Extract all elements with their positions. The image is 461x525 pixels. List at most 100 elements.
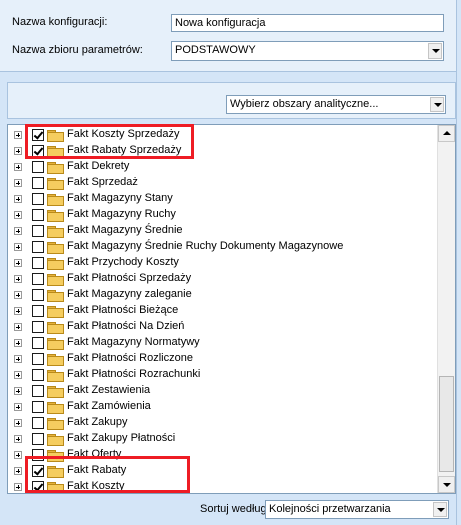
scroll-up-icon[interactable] [438, 125, 455, 142]
tree-item-checkbox[interactable] [32, 337, 44, 349]
tree-item-checkbox[interactable] [32, 385, 44, 397]
tree-item-checkbox[interactable] [32, 369, 44, 381]
tree-item-checkbox[interactable] [32, 433, 44, 445]
folder-icon [47, 386, 64, 398]
tree-item[interactable]: Fakt Płatności Na Dzień [8, 319, 438, 335]
tree-scrollbar[interactable] [437, 125, 455, 493]
tree-item[interactable]: Fakt Magazyny Średnie [8, 223, 438, 239]
tree-item-checkbox[interactable] [32, 273, 44, 285]
tree-item[interactable]: Fakt Zakupy Płatności [8, 431, 438, 447]
expand-plus-icon[interactable] [14, 483, 22, 491]
expand-plus-icon[interactable] [14, 371, 22, 379]
paramset-select-value: PODSTAWOWY [175, 44, 256, 56]
tree-item-checkbox[interactable] [32, 417, 44, 429]
tree-item-label: Fakt Magazyny Ruchy [67, 208, 176, 220]
expand-plus-icon[interactable] [14, 307, 22, 315]
tree-item-checkbox[interactable] [32, 449, 44, 461]
tree-item[interactable]: Fakt Koszty Sprzedaży [8, 127, 438, 143]
tree-item-checkbox[interactable] [32, 305, 44, 317]
expand-plus-icon[interactable] [14, 291, 22, 299]
expand-plus-icon[interactable] [14, 339, 22, 347]
tree-item[interactable]: Fakt Magazyny Normatywy [8, 335, 438, 351]
tree-item[interactable]: Fakt Zakupy [8, 415, 438, 431]
tree-item-checkbox[interactable] [32, 289, 44, 301]
scroll-down-icon[interactable] [438, 476, 455, 493]
analytics-area-select-value: Wybierz obszary analityczne... [230, 98, 379, 110]
tree-item[interactable]: Fakt Koszty [8, 479, 438, 493]
tree-item[interactable]: Fakt Magazyny Średnie Ruchy Dokumenty Ma… [8, 239, 438, 255]
tree-item[interactable]: Fakt Przychody Koszty [8, 255, 438, 271]
tree-item[interactable]: Fakt Płatności Rozrachunki [8, 367, 438, 383]
tree-item-label: Fakt Koszty Sprzedaży [67, 128, 180, 140]
config-name-input[interactable]: Nowa konfiguracja [171, 14, 444, 32]
tree-item[interactable]: Fakt Magazyny Ruchy [8, 207, 438, 223]
expand-plus-icon[interactable] [14, 403, 22, 411]
tree-item-checkbox[interactable] [32, 353, 44, 365]
tree-item[interactable]: Fakt Magazyny Stany [8, 191, 438, 207]
tree-item[interactable]: Fakt Rabaty [8, 463, 438, 479]
tree-item-checkbox[interactable] [32, 401, 44, 413]
tree-item[interactable]: Fakt Rabaty Sprzedaży [8, 143, 438, 159]
tree-item[interactable]: Fakt Zestawienia [8, 383, 438, 399]
tree-item[interactable]: Fakt Płatności Sprzedaży [8, 271, 438, 287]
expand-plus-icon[interactable] [14, 435, 22, 443]
tree-item-label: Fakt Magazyny Średnie [67, 224, 183, 236]
folder-icon [47, 370, 64, 382]
tree-item[interactable]: Fakt Oferty [8, 447, 438, 463]
expand-plus-icon[interactable] [14, 387, 22, 395]
tree-item-checkbox[interactable] [32, 321, 44, 333]
expand-plus-icon[interactable] [14, 163, 22, 171]
sort-select-value: Kolejności przetwarzania [269, 503, 391, 515]
paramset-select[interactable]: PODSTAWOWY [171, 41, 444, 61]
folder-icon [47, 130, 64, 142]
tree-item[interactable]: Fakt Płatności Rozliczone [8, 351, 438, 367]
expand-plus-icon[interactable] [14, 467, 22, 475]
expand-plus-icon[interactable] [14, 355, 22, 363]
tree-item[interactable]: Fakt Zamówienia [8, 399, 438, 415]
chevron-down-icon[interactable] [430, 97, 444, 112]
sort-label: Sortuj według: [200, 503, 270, 515]
folder-icon [47, 338, 64, 350]
expand-plus-icon[interactable] [14, 179, 22, 187]
tree-item-checkbox[interactable] [32, 193, 44, 205]
tree-item-checkbox[interactable] [32, 465, 44, 477]
tree-item-checkbox[interactable] [32, 161, 44, 173]
analytics-area-select[interactable]: Wybierz obszary analityczne... [226, 95, 446, 114]
scroll-thumb[interactable] [439, 376, 454, 472]
folder-icon [47, 450, 64, 462]
tree-item[interactable]: Fakt Płatności Bieżące [8, 303, 438, 319]
expand-plus-icon[interactable] [14, 211, 22, 219]
expand-plus-icon[interactable] [14, 323, 22, 331]
folder-icon [47, 210, 64, 222]
expand-plus-icon[interactable] [14, 259, 22, 267]
chevron-down-icon[interactable] [428, 43, 442, 59]
folder-icon [47, 434, 64, 446]
tree-item-checkbox[interactable] [32, 145, 44, 157]
tree-item-label: Fakt Magazyny Średnie Ruchy Dokumenty Ma… [67, 240, 344, 252]
tree-item-checkbox[interactable] [32, 481, 44, 493]
tree-item-checkbox[interactable] [32, 209, 44, 221]
tree-item-checkbox[interactable] [32, 129, 44, 141]
tree-item-label: Fakt Magazyny zaleganie [67, 288, 192, 300]
tree-item[interactable]: Fakt Dekrety [8, 159, 438, 175]
tree-item-checkbox[interactable] [32, 225, 44, 237]
tree-item[interactable]: Fakt Magazyny zaleganie [8, 287, 438, 303]
expand-plus-icon[interactable] [14, 451, 22, 459]
expand-plus-icon[interactable] [14, 131, 22, 139]
expand-plus-icon[interactable] [14, 275, 22, 283]
chevron-down-icon[interactable] [433, 502, 447, 517]
tree-item-checkbox[interactable] [32, 177, 44, 189]
tree-item-label: Fakt Płatności Rozrachunki [67, 368, 201, 380]
expand-plus-icon[interactable] [14, 419, 22, 427]
tree-item-label: Fakt Przychody Koszty [67, 256, 179, 268]
tree-item-checkbox[interactable] [32, 241, 44, 253]
expand-plus-icon[interactable] [14, 147, 22, 155]
sort-select[interactable]: Kolejności przetwarzania [265, 500, 449, 519]
analytics-panel: Wybierz obszary analityczne... [7, 82, 456, 119]
expand-plus-icon[interactable] [14, 243, 22, 251]
expand-plus-icon[interactable] [14, 227, 22, 235]
tree-item-checkbox[interactable] [32, 257, 44, 269]
tree-item[interactable]: Fakt Sprzedaż [8, 175, 438, 191]
expand-plus-icon[interactable] [14, 195, 22, 203]
folder-icon [47, 466, 64, 478]
